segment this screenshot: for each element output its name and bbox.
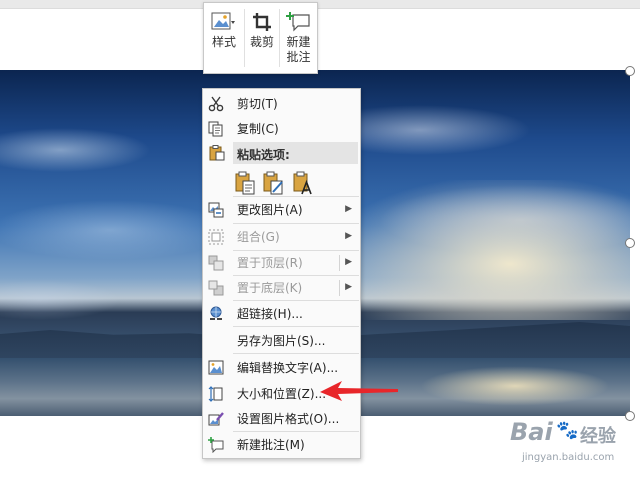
bring-to-front-icon (207, 255, 225, 271)
picture-sky-glow (330, 180, 630, 320)
menu-item-label: 设置图片格式(O)... (237, 412, 340, 426)
resize-handle-top-right[interactable] (625, 66, 635, 76)
picture-style-icon (211, 9, 237, 35)
scissors-icon (207, 96, 225, 112)
menu-item-hyperlink[interactable]: 超链接(H)... (203, 301, 360, 327)
size-position-icon (207, 386, 225, 402)
picture-water-glint (420, 366, 610, 406)
menu-item-label: 剪切(T) (237, 97, 278, 111)
hyperlink-icon (207, 306, 225, 322)
menu-item-label: 更改图片(A) (237, 203, 303, 217)
resize-handle-right[interactable] (625, 238, 635, 248)
new-comment-icon (285, 9, 312, 35)
menu-item-label: 组合(G) (237, 230, 280, 244)
menu-item-label: 新建批注(M) (237, 438, 305, 452)
style-button[interactable]: 样式 (204, 3, 244, 73)
paste-text-only-button[interactable] (291, 170, 315, 196)
group-icon (207, 229, 225, 245)
menu-separator (233, 353, 359, 354)
paste-keep-format-button[interactable] (233, 170, 257, 196)
menu-item-send-to-back[interactable]: 置于底层(K) ▶ (203, 275, 360, 301)
menu-item-cut[interactable]: 剪切(T) (203, 91, 360, 117)
menu-item-copy[interactable]: 复制(C) (203, 116, 360, 142)
menu-item-group[interactable]: 组合(G) ▶ (203, 224, 360, 250)
menu-item-change-picture[interactable]: 更改图片(A) ▶ (203, 197, 360, 223)
baidu-watermark: Bai 🐾 经验 jingyan.baidu.com (500, 416, 640, 476)
copy-icon (207, 121, 225, 137)
change-picture-icon (207, 202, 225, 218)
style-label: 样式 (211, 35, 236, 49)
menu-item-label: 置于底层(K) (237, 281, 303, 295)
new-comment-icon (207, 437, 225, 453)
menu-item-label: 另存为图片(S)... (237, 334, 326, 348)
menu-item-new-comment[interactable]: 新建批注(M) (203, 432, 360, 458)
menu-item-format-picture[interactable]: 设置图片格式(O)... (203, 406, 360, 432)
submenu-arrow-icon: ▶ (345, 231, 352, 241)
menu-item-label: 编辑替换文字(A)... (237, 361, 339, 375)
crop-icon (252, 9, 272, 35)
split-divider (339, 255, 340, 271)
submenu-arrow-icon: ▶ (345, 204, 352, 214)
menu-item-save-as-picture[interactable]: 另存为图片(S)... (203, 328, 360, 354)
menu-item-label: 超链接(H)... (237, 307, 303, 321)
paste-picture-icon (263, 171, 283, 195)
paw-icon: 🐾 (556, 420, 579, 441)
mini-toolbar: 样式 裁剪 新建 批注 (203, 2, 318, 74)
new-comment-label-line1: 新建 (286, 35, 311, 49)
send-to-back-icon (207, 280, 225, 296)
watermark-brand-suffix: 经验 (580, 426, 616, 447)
menu-item-label: 复制(C) (237, 122, 279, 136)
menu-separator (233, 326, 359, 327)
red-arrow-annotation (320, 381, 398, 401)
format-picture-icon (207, 411, 225, 427)
crop-label: 裁剪 (249, 35, 274, 49)
submenu-arrow-icon[interactable]: ▶ (345, 282, 352, 292)
new-comment-button[interactable]: 新建 批注 (280, 3, 317, 73)
paste-keep-format-icon (235, 171, 255, 195)
alt-text-icon (207, 360, 225, 376)
paste-picture-button[interactable] (261, 170, 285, 196)
paste-icon (209, 145, 225, 164)
top-strip (0, 0, 640, 9)
watermark-brand: Bai (510, 418, 553, 446)
context-menu: 剪切(T) 复制(C) 粘贴选项: 更改图片(A) ▶ 组合(G) ▶ 置于顶层… (202, 88, 361, 459)
paste-options-label: 粘贴选项: (237, 148, 290, 162)
menu-item-bring-to-front[interactable]: 置于顶层(R) ▶ (203, 250, 360, 276)
crop-button[interactable]: 裁剪 (245, 3, 279, 73)
watermark-url: jingyan.baidu.com (522, 452, 615, 463)
new-comment-label-line2: 批注 (286, 50, 311, 64)
paste-options-header: 粘贴选项: (233, 142, 358, 164)
submenu-arrow-icon[interactable]: ▶ (345, 257, 352, 267)
paste-text-only-icon (293, 171, 312, 195)
menu-item-label: 置于顶层(R) (237, 256, 303, 270)
menu-item-label: 大小和位置(Z)... (237, 387, 327, 401)
split-divider (339, 280, 340, 296)
